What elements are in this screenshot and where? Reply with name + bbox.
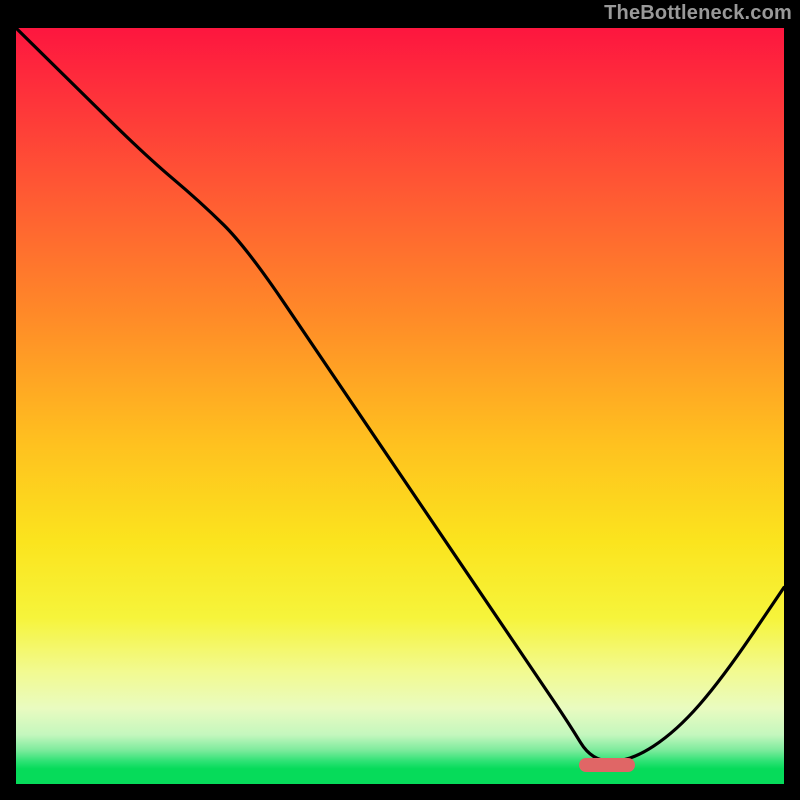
optimal-marker [579,758,635,772]
chart-container: TheBottleneck.com [0,0,800,800]
watermark-text: TheBottleneck.com [604,2,792,25]
heat-gradient-background [16,28,784,784]
plot-area [16,28,784,784]
